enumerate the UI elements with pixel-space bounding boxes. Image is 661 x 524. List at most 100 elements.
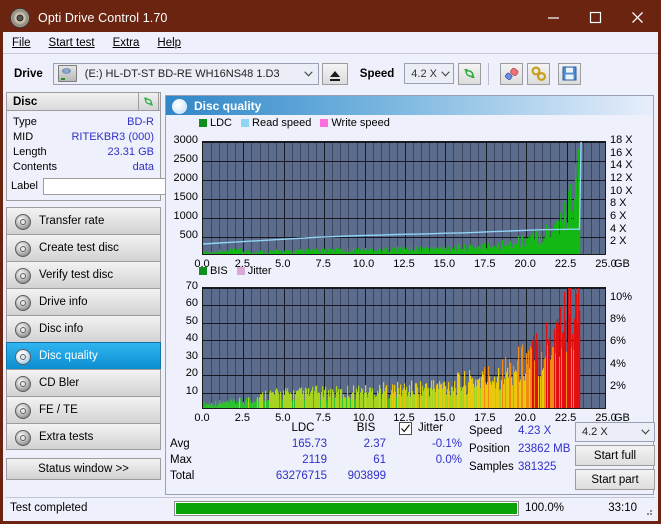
elapsed-time: 33:10 <box>608 502 637 514</box>
y2-tick-label: 6 X <box>610 210 627 222</box>
window-title: Opti Drive Control 1.70 <box>38 10 168 25</box>
sidebar-item-label: Create test disc <box>39 242 119 254</box>
refresh-drive-button[interactable] <box>458 62 482 85</box>
eject-icon <box>329 70 340 81</box>
drive-select[interactable]: (E:) HL-DT-ST BD-RE WH16NS48 1.D3 <box>52 62 319 85</box>
stats-speed-label: Speed <box>469 425 503 437</box>
minimize-button[interactable] <box>532 3 574 32</box>
chart-plot-area-bottom <box>202 287 606 409</box>
sidebar-item-drive-info[interactable]: Drive info <box>6 288 161 315</box>
legend-label: Read speed <box>252 117 312 129</box>
start-part-button[interactable]: Start part <box>575 469 655 490</box>
y-tick-label: 50 <box>185 314 198 327</box>
status-window-button[interactable]: Status window >> <box>6 458 161 480</box>
main-panel: Disc quality LDC Read speed Write speed 50… <box>165 95 655 495</box>
chart-series-layer <box>203 142 582 254</box>
y-tick-label: 2500 <box>173 153 198 165</box>
disc-icon <box>14 240 32 257</box>
disc-panel-title: Disc <box>13 95 38 108</box>
sidebar-item-create-test-disc[interactable]: Create test disc <box>6 234 161 261</box>
page-title: Disc quality <box>194 98 262 113</box>
y2-tick-label: 12 X <box>610 172 633 184</box>
disc-icon <box>14 429 32 446</box>
nav-list: Transfer rate Create test disc Verify te… <box>6 207 161 450</box>
sidebar-item-disc-quality[interactable]: Disc quality <box>6 342 161 369</box>
chart-plot-area-top <box>202 141 606 255</box>
stats-samples-label: Samples <box>469 461 514 473</box>
progress-bar-fill <box>176 502 517 514</box>
legend-label: Write speed <box>331 117 390 129</box>
start-part-label: Start part <box>591 473 639 486</box>
sidebar-item-verify-test-disc[interactable]: Verify test disc <box>6 261 161 288</box>
stats-row-avg-label: Avg <box>170 438 190 450</box>
disc-refresh-button[interactable] <box>138 92 159 111</box>
speed-select[interactable]: 4.2 X <box>404 63 455 84</box>
y2-tick-label: 4 X <box>610 222 627 235</box>
stats-avg-ldc: 165.73 <box>291 438 327 450</box>
maximize-button[interactable] <box>574 3 616 32</box>
drive-label: Drive <box>14 67 43 80</box>
sidebar-item-label: Disc info <box>39 323 84 335</box>
stats-max-ldc: 2119 <box>302 454 327 466</box>
y2-tick-label: 4% <box>610 357 626 370</box>
legend-label: BIS <box>210 265 228 277</box>
progress-percent: 100.0% <box>525 502 565 514</box>
status-message: Test completed <box>10 502 88 514</box>
test-speed-select[interactable]: 4.2 X <box>575 422 655 442</box>
toolbar-divider <box>488 62 490 85</box>
main-panel-header: Disc quality <box>166 96 653 115</box>
status-bar: Test completed 100.0% 33:10 <box>6 497 655 518</box>
menu-extra[interactable]: Extra <box>104 35 149 51</box>
y-tick-label: 70 <box>185 280 198 292</box>
disc-row-length: Length 23.31 GB <box>7 144 160 159</box>
menu-help[interactable]: Help <box>148 35 190 51</box>
sidebar-item-label: FE / TE <box>39 404 78 416</box>
menu-help-label: Help <box>157 36 182 49</box>
sidebar-item-extra-tests[interactable]: Extra tests <box>6 423 161 450</box>
close-button[interactable] <box>616 3 658 32</box>
menu-file[interactable]: File <box>3 35 40 51</box>
y2-tick-label: 10% <box>610 291 633 304</box>
menu-start-test[interactable]: Start test <box>40 35 104 51</box>
y-tick-label: 500 <box>179 229 198 241</box>
stats-avg-jitter: -0.1% <box>431 438 462 450</box>
tools-button[interactable] <box>527 62 551 85</box>
legend-swatch <box>236 267 245 275</box>
stats-row-max-label: Max <box>170 454 192 466</box>
start-full-button[interactable]: Start full <box>575 445 655 466</box>
disc-contents-value: data <box>132 160 154 173</box>
y2-tick-label: 16 X <box>610 146 633 159</box>
chevron-down-icon <box>636 422 654 442</box>
legend-item: Jitter <box>236 265 272 277</box>
stats-header-ldc: LDC <box>291 422 315 434</box>
save-button[interactable] <box>558 62 582 85</box>
y-tick-label: 20 <box>185 367 198 380</box>
disc-icon <box>14 375 32 392</box>
disc-type-value: BD-R <box>127 115 154 128</box>
menu-extra-label: Extra <box>112 36 140 49</box>
sidebar-item-fe-te[interactable]: FE / TE <box>6 396 161 423</box>
sidebar-item-cd-bler[interactable]: CD Bler <box>6 369 161 396</box>
sidebar-item-transfer-rate[interactable]: Transfer rate <box>6 207 161 234</box>
disc-row-type: Type BD-R <box>7 114 160 129</box>
disc-row-contents: Contents data <box>7 159 160 174</box>
stats-total-ldc: 63276715 <box>275 470 327 482</box>
eject-button[interactable] <box>321 62 348 85</box>
disc-row-mid: MID RITEKBR3 (000) <box>7 129 160 144</box>
resize-grip-icon[interactable] <box>643 506 653 516</box>
y2-tick-label: 2% <box>610 379 626 392</box>
statistics-panel: LDC BIS Jitter Avg 165.73 2.37 -0.1% Max… <box>166 420 655 494</box>
y2-tick-label: 8% <box>610 313 626 326</box>
disc-icon <box>14 213 32 230</box>
jitter-checkbox[interactable] <box>399 422 412 435</box>
disc-quality-bis-chart: BIS Jitter 10 20 30 40 50 60 70 2% 4% 6% 8% 10% 0.0… <box>166 263 653 424</box>
menu-file-label: File <box>12 36 31 49</box>
app-disc-icon <box>10 7 30 28</box>
progress-bar <box>174 500 519 516</box>
erase-disc-button[interactable] <box>500 62 524 85</box>
chevron-down-icon <box>300 64 318 84</box>
sidebar-item-disc-info[interactable]: Disc info <box>6 315 161 342</box>
refresh-icon <box>464 69 476 78</box>
y-tick-label: 10 <box>185 384 198 397</box>
disc-info-panel: Type BD-R MID RITEKBR3 (000) Length 23.3… <box>6 111 246 201</box>
